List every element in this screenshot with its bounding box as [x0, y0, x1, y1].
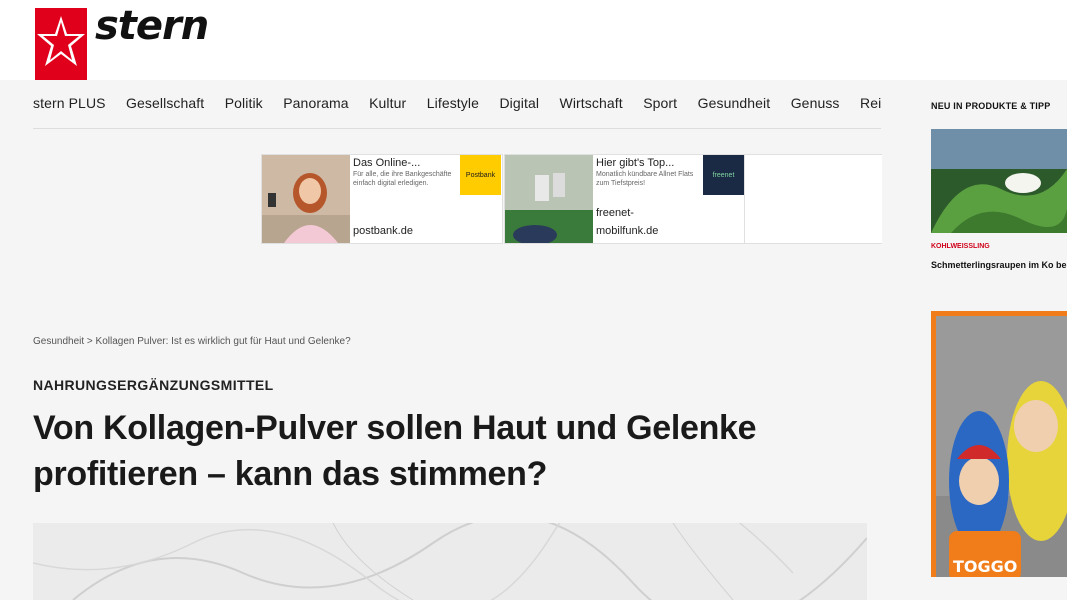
- toggo-logo: TOGGO: [953, 557, 1018, 576]
- nav-item-gesellschaft[interactable]: Gesellschaft: [126, 95, 204, 111]
- sidebar-teaser-image[interactable]: [931, 129, 1067, 233]
- freenet-logo: freenet: [703, 155, 744, 195]
- ad-image: [262, 155, 350, 243]
- ad-description: Für alle, die ihre Bankgeschäfte einfach…: [353, 171, 452, 187]
- ad-divider: [744, 155, 745, 243]
- nav-item-reise[interactable]: Reise: [860, 95, 881, 111]
- breadcrumb[interactable]: Gesundheit > Kollagen Pulver: Ist es wir…: [33, 336, 351, 347]
- nav-item-digital[interactable]: Digital: [499, 95, 539, 111]
- nav-divider: [33, 128, 881, 129]
- nav-item-politik[interactable]: Politik: [225, 95, 263, 111]
- nav-item-gesundheit[interactable]: Gesundheit: [698, 95, 771, 111]
- article-headline: Von Kollagen-Pulver sollen Haut und Gele…: [33, 409, 757, 493]
- nav-item-lifestyle[interactable]: Lifestyle: [427, 95, 479, 111]
- site-header: stern: [0, 0, 880, 80]
- ad-source-line1: freenet-: [596, 207, 634, 219]
- ad-postbank[interactable]: Das Online-... Für alle, die ihre Bankge…: [261, 154, 503, 244]
- brand-name: stern: [95, 3, 209, 49]
- nav-item-panorama[interactable]: Panorama: [283, 95, 348, 111]
- sidebar-teaser-title[interactable]: Schmetterlingsraupen im Ko beschützen Si…: [931, 258, 1067, 272]
- hero-image: [33, 523, 867, 600]
- sidebar-heading: NEU IN PRODUKTE & TIPP: [931, 101, 1051, 111]
- ad-title: Hier gibt's Top...: [596, 157, 675, 169]
- top-right-blank: [880, 0, 1067, 80]
- ad-image: [505, 155, 593, 245]
- postbank-logo: Postbank: [460, 155, 501, 195]
- article-kicker: NAHRUNGSERGÄNZUNGSMITTEL: [33, 377, 274, 393]
- nav-item-kultur[interactable]: Kultur: [369, 95, 406, 111]
- ad-source: postbank.de: [353, 225, 413, 237]
- ad-source-line2: mobilfunk.de: [596, 225, 659, 237]
- ad-freenet[interactable]: Hier gibt's Top... Monatlich kündbare Al…: [504, 154, 882, 245]
- star-icon: [35, 8, 87, 80]
- nav-item-genuss[interactable]: Genuss: [791, 95, 840, 111]
- nav-item-wirtschaft[interactable]: Wirtschaft: [560, 95, 623, 111]
- sidebar-toggo-ad[interactable]: TOGGO: [931, 311, 1067, 577]
- stern-logo[interactable]: stern: [35, 3, 209, 80]
- nav-item-stern-plus[interactable]: stern PLUS: [33, 95, 106, 111]
- ad-title: Das Online-...: [353, 157, 421, 169]
- ad-description: Monatlich kündbare Allnet Flats zum Tief…: [596, 171, 694, 187]
- nav-item-sport[interactable]: Sport: [643, 95, 677, 111]
- main-nav: stern PLUS Gesellschaft Politik Panorama…: [33, 95, 881, 115]
- sidebar-category: KOHLWEISSLING: [931, 243, 990, 250]
